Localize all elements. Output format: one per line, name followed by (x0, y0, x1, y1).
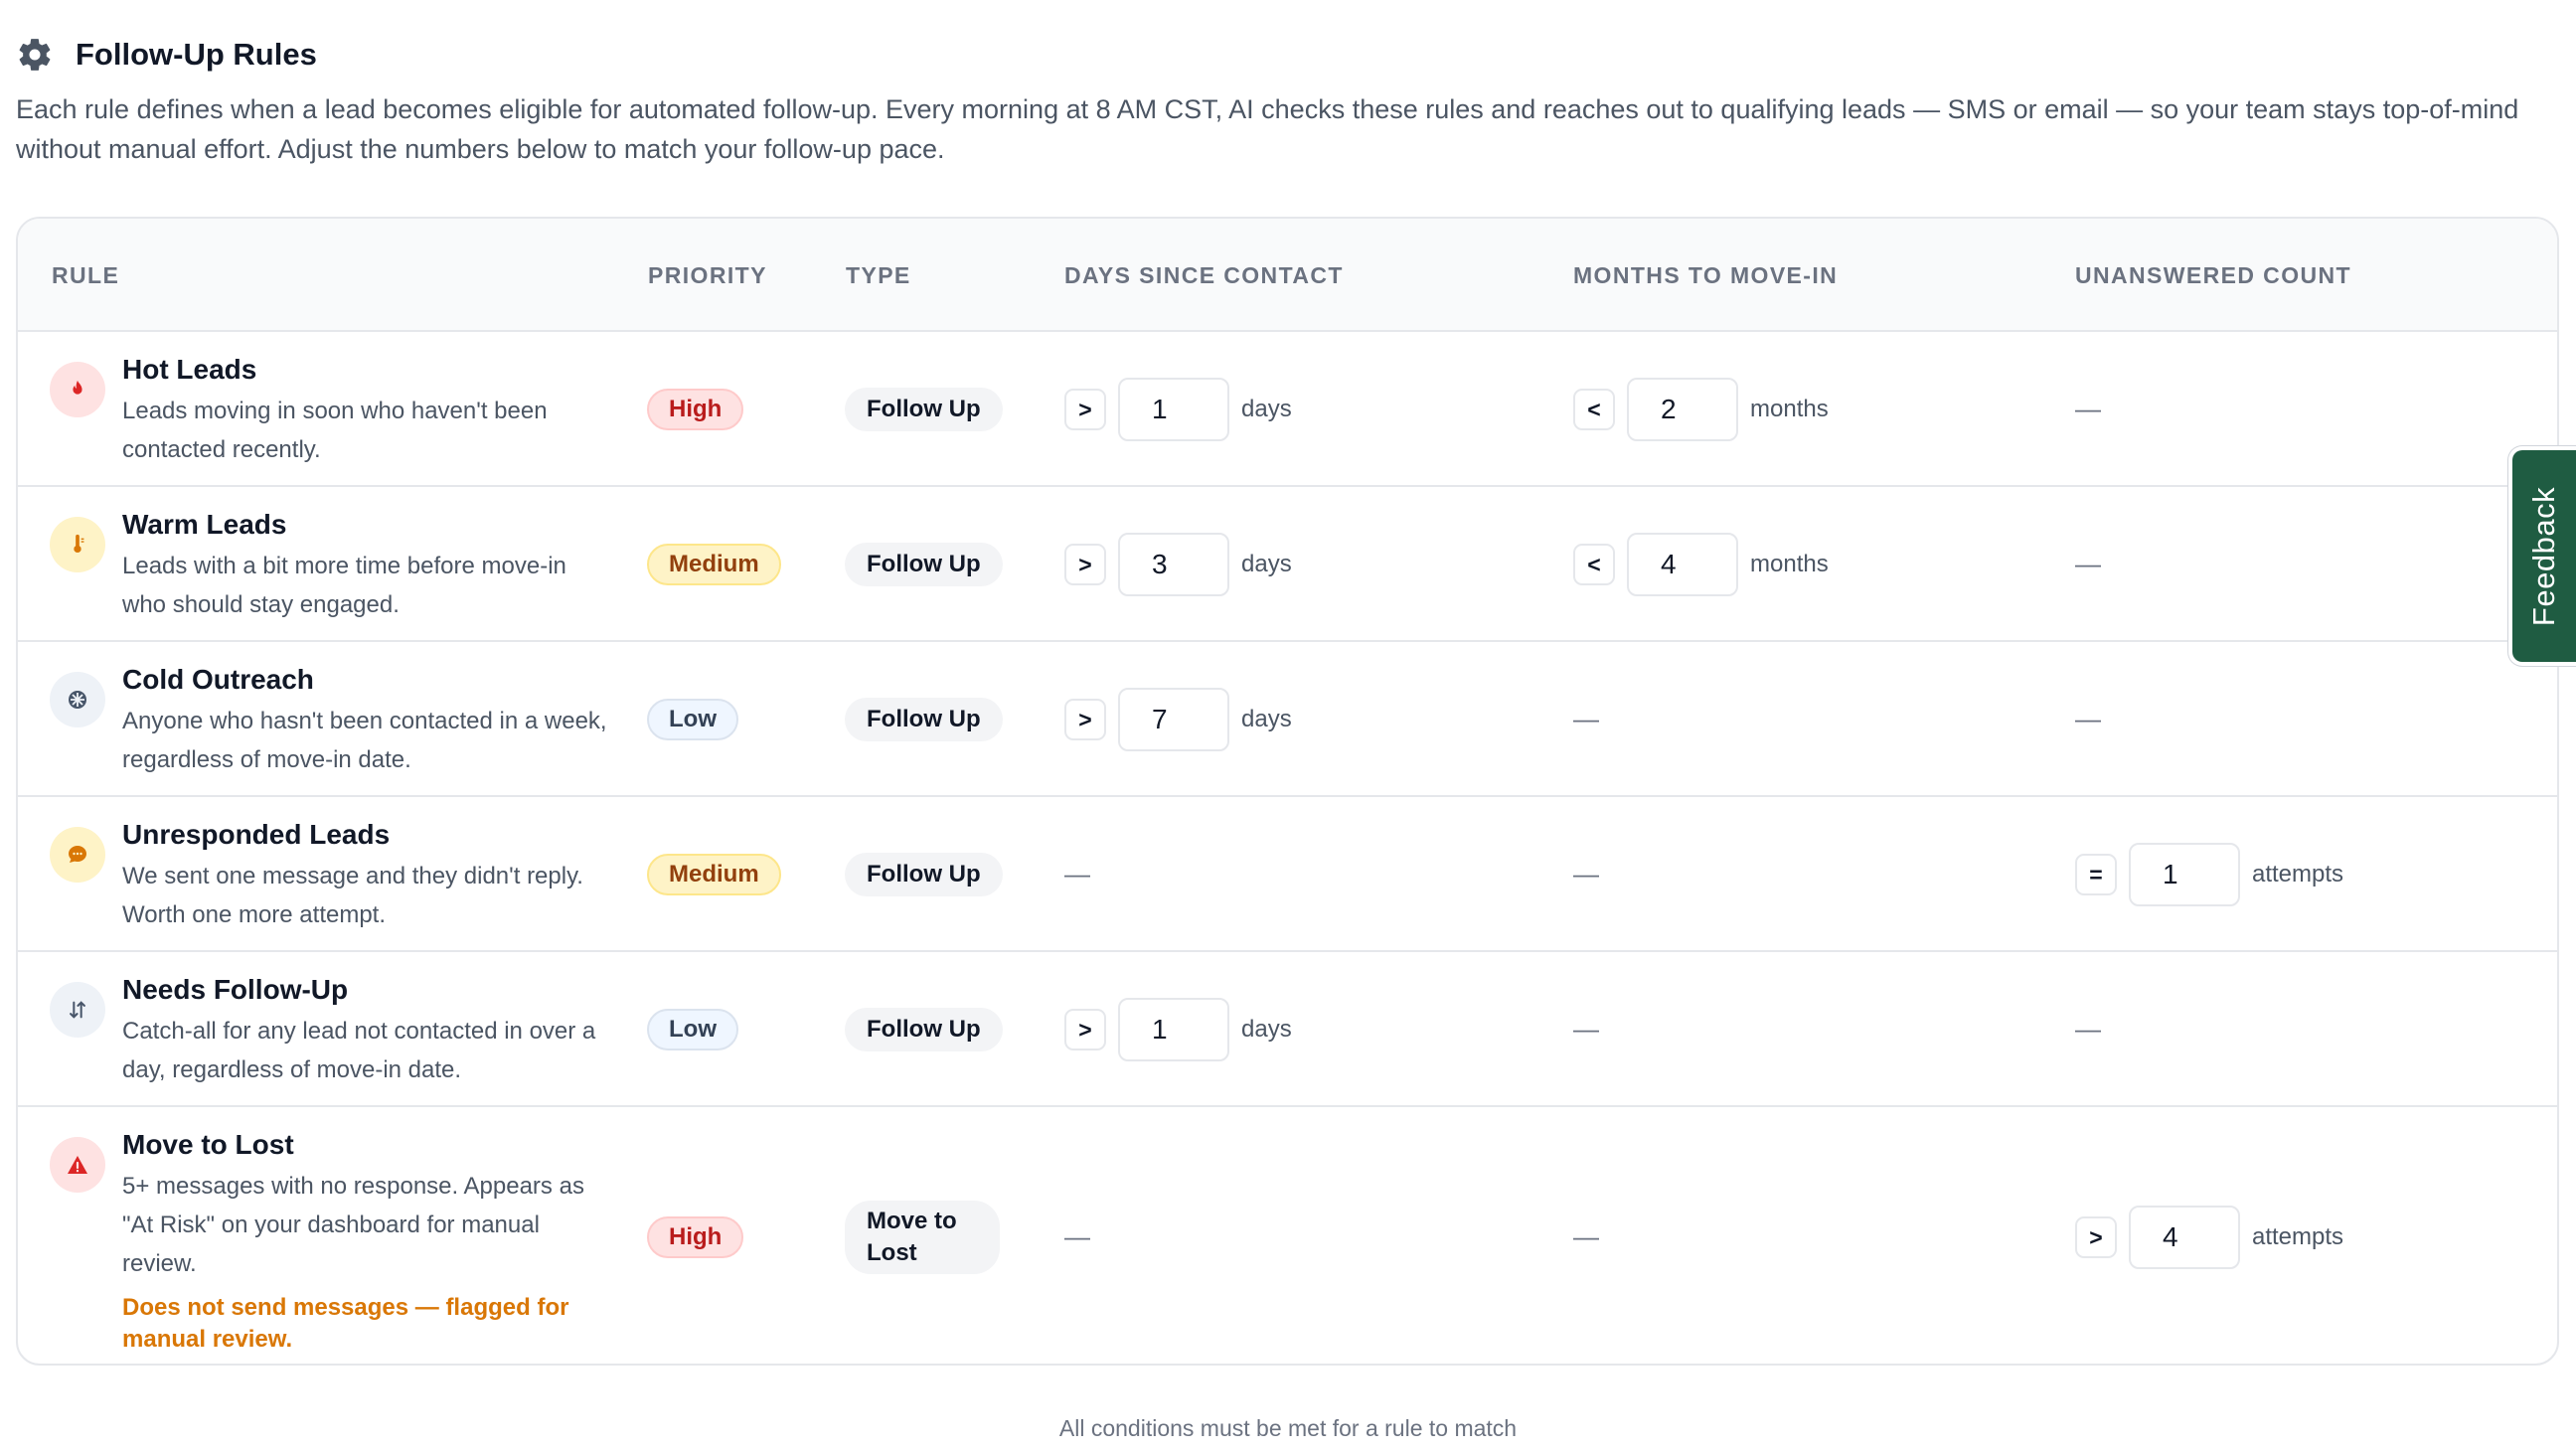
months-input[interactable] (1627, 533, 1738, 596)
column-header-days-since-contact: DAYS SINCE CONTACT (1064, 262, 1344, 288)
column-header-type: TYPE (846, 262, 911, 288)
type-pill: Follow Up (845, 1008, 1003, 1051)
rule-name: Unresponded Leads (122, 819, 391, 850)
days-input[interactable] (1118, 378, 1229, 441)
gear-icon (19, 39, 51, 71)
warning-triangle-icon (50, 1137, 105, 1193)
rule-description: Catch-all for any lead not contacted in … (122, 1018, 596, 1083)
table-row[interactable]: Move to Lost 5+ messages with no respons… (18, 1107, 2557, 1364)
rule-description: Anyone who hasn't been contacted in a we… (122, 708, 607, 773)
priority-badge: Medium (647, 854, 781, 895)
days-unit-label: days (1241, 706, 1292, 732)
table-row[interactable]: Hot Leads Leads moving in soon who haven… (18, 332, 2557, 487)
table-row[interactable]: Cold Outreach Anyone who hasn't been con… (18, 642, 2557, 797)
footer-note: All conditions must be met for a rule to… (1058, 1415, 1518, 1441)
flame-icon (50, 362, 105, 417)
page-header: Follow-Up Rules (16, 36, 317, 74)
priority-badge: Medium (647, 544, 781, 585)
days-operator-button[interactable]: > (1064, 544, 1106, 585)
unanswered-input[interactable] (2129, 1206, 2240, 1269)
days-operator-button[interactable]: > (1064, 699, 1106, 740)
page-description: Each rule defines when a lead becomes el… (16, 94, 2519, 164)
days-input[interactable] (1118, 998, 1229, 1061)
column-header-unanswered-count: UNANSWERED COUNT (2075, 262, 2351, 288)
days-unit-label: days (1241, 396, 1292, 422)
snowflake-icon (50, 672, 105, 727)
months-operator-button[interactable]: < (1573, 389, 1615, 430)
unanswered-empty: — (2075, 549, 2101, 578)
unanswered-empty: — (2075, 1014, 2101, 1044)
days-unit-label: days (1241, 551, 1292, 577)
rule-description: Leads moving in soon who haven't been co… (122, 398, 548, 463)
thermometer-icon (50, 517, 105, 572)
days-input[interactable] (1118, 533, 1229, 596)
days-empty: — (1064, 859, 1090, 888)
months-unit-label: months (1750, 396, 1829, 422)
rule-name: Needs Follow-Up (122, 974, 349, 1005)
feedback-tab[interactable]: Feedback (2508, 446, 2576, 666)
unanswered-empty: — (2075, 394, 2101, 423)
rule-description: We sent one message and they didn't repl… (122, 863, 583, 928)
months-unit-label: months (1750, 551, 1829, 577)
rule-name: Cold Outreach (122, 664, 314, 695)
months-input[interactable] (1627, 378, 1738, 441)
months-empty: — (1573, 704, 1599, 733)
column-header-months-to-move-in: MONTHS TO MOVE-IN (1573, 262, 1839, 288)
rules-table: RULE PRIORITY TYPE DAYS SINCE CONTACT MO… (16, 217, 2559, 1366)
unanswered-operator-button[interactable]: > (2075, 1216, 2117, 1258)
days-unit-label: days (1241, 1016, 1292, 1043)
arrows-up-down-icon (50, 982, 105, 1038)
table-row[interactable]: Warm Leads Leads with a bit more time be… (18, 487, 2557, 642)
table-header: RULE PRIORITY TYPE DAYS SINCE CONTACT MO… (18, 219, 2557, 332)
type-pill: Follow Up (845, 698, 1003, 741)
priority-badge: High (647, 1216, 744, 1258)
table-row[interactable]: Needs Follow-Up Catch-all for any lead n… (18, 952, 2557, 1107)
rule-name: Warm Leads (122, 509, 287, 540)
page-title: Follow-Up Rules (76, 37, 317, 72)
unanswered-empty: — (2075, 704, 2101, 733)
priority-badge: Low (647, 699, 738, 740)
priority-badge: High (647, 389, 744, 430)
rule-name: Move to Lost (122, 1129, 294, 1160)
rule-name: Hot Leads (122, 354, 257, 385)
priority-badge: Low (647, 1009, 738, 1050)
days-input[interactable] (1118, 688, 1229, 751)
unanswered-input[interactable] (2129, 843, 2240, 906)
days-operator-button[interactable]: > (1064, 389, 1106, 430)
days-operator-button[interactable]: > (1064, 1009, 1106, 1050)
rule-warning: Does not send messages — flagged for man… (122, 1294, 569, 1353)
table-row[interactable]: Unresponded Leads We sent one message an… (18, 797, 2557, 952)
months-empty: — (1573, 1014, 1599, 1044)
months-empty: — (1573, 859, 1599, 888)
unanswered-operator-button[interactable]: = (2075, 854, 2117, 895)
type-pill: Follow Up (845, 543, 1003, 586)
type-pill: Follow Up (845, 388, 1003, 431)
rule-description: 5+ messages with no response. Appears as… (122, 1173, 584, 1277)
chat-bubble-icon (50, 827, 105, 883)
months-empty: — (1573, 1221, 1599, 1251)
days-empty: — (1064, 1221, 1090, 1251)
type-pill: Follow Up (845, 853, 1003, 896)
months-operator-button[interactable]: < (1573, 544, 1615, 585)
unanswered-unit-label: attempts (2252, 1223, 2344, 1250)
rule-description: Leads with a bit more time before move-i… (122, 553, 566, 618)
column-header-rule: RULE (52, 262, 120, 288)
feedback-label: Feedback (2526, 486, 2562, 626)
follow-up-rules-page: Follow-Up Rules Each rule defines when a… (0, 0, 2576, 1453)
unanswered-unit-label: attempts (2252, 861, 2344, 888)
type-pill: Move to Lost (845, 1201, 1000, 1274)
column-header-priority: PRIORITY (648, 262, 767, 288)
